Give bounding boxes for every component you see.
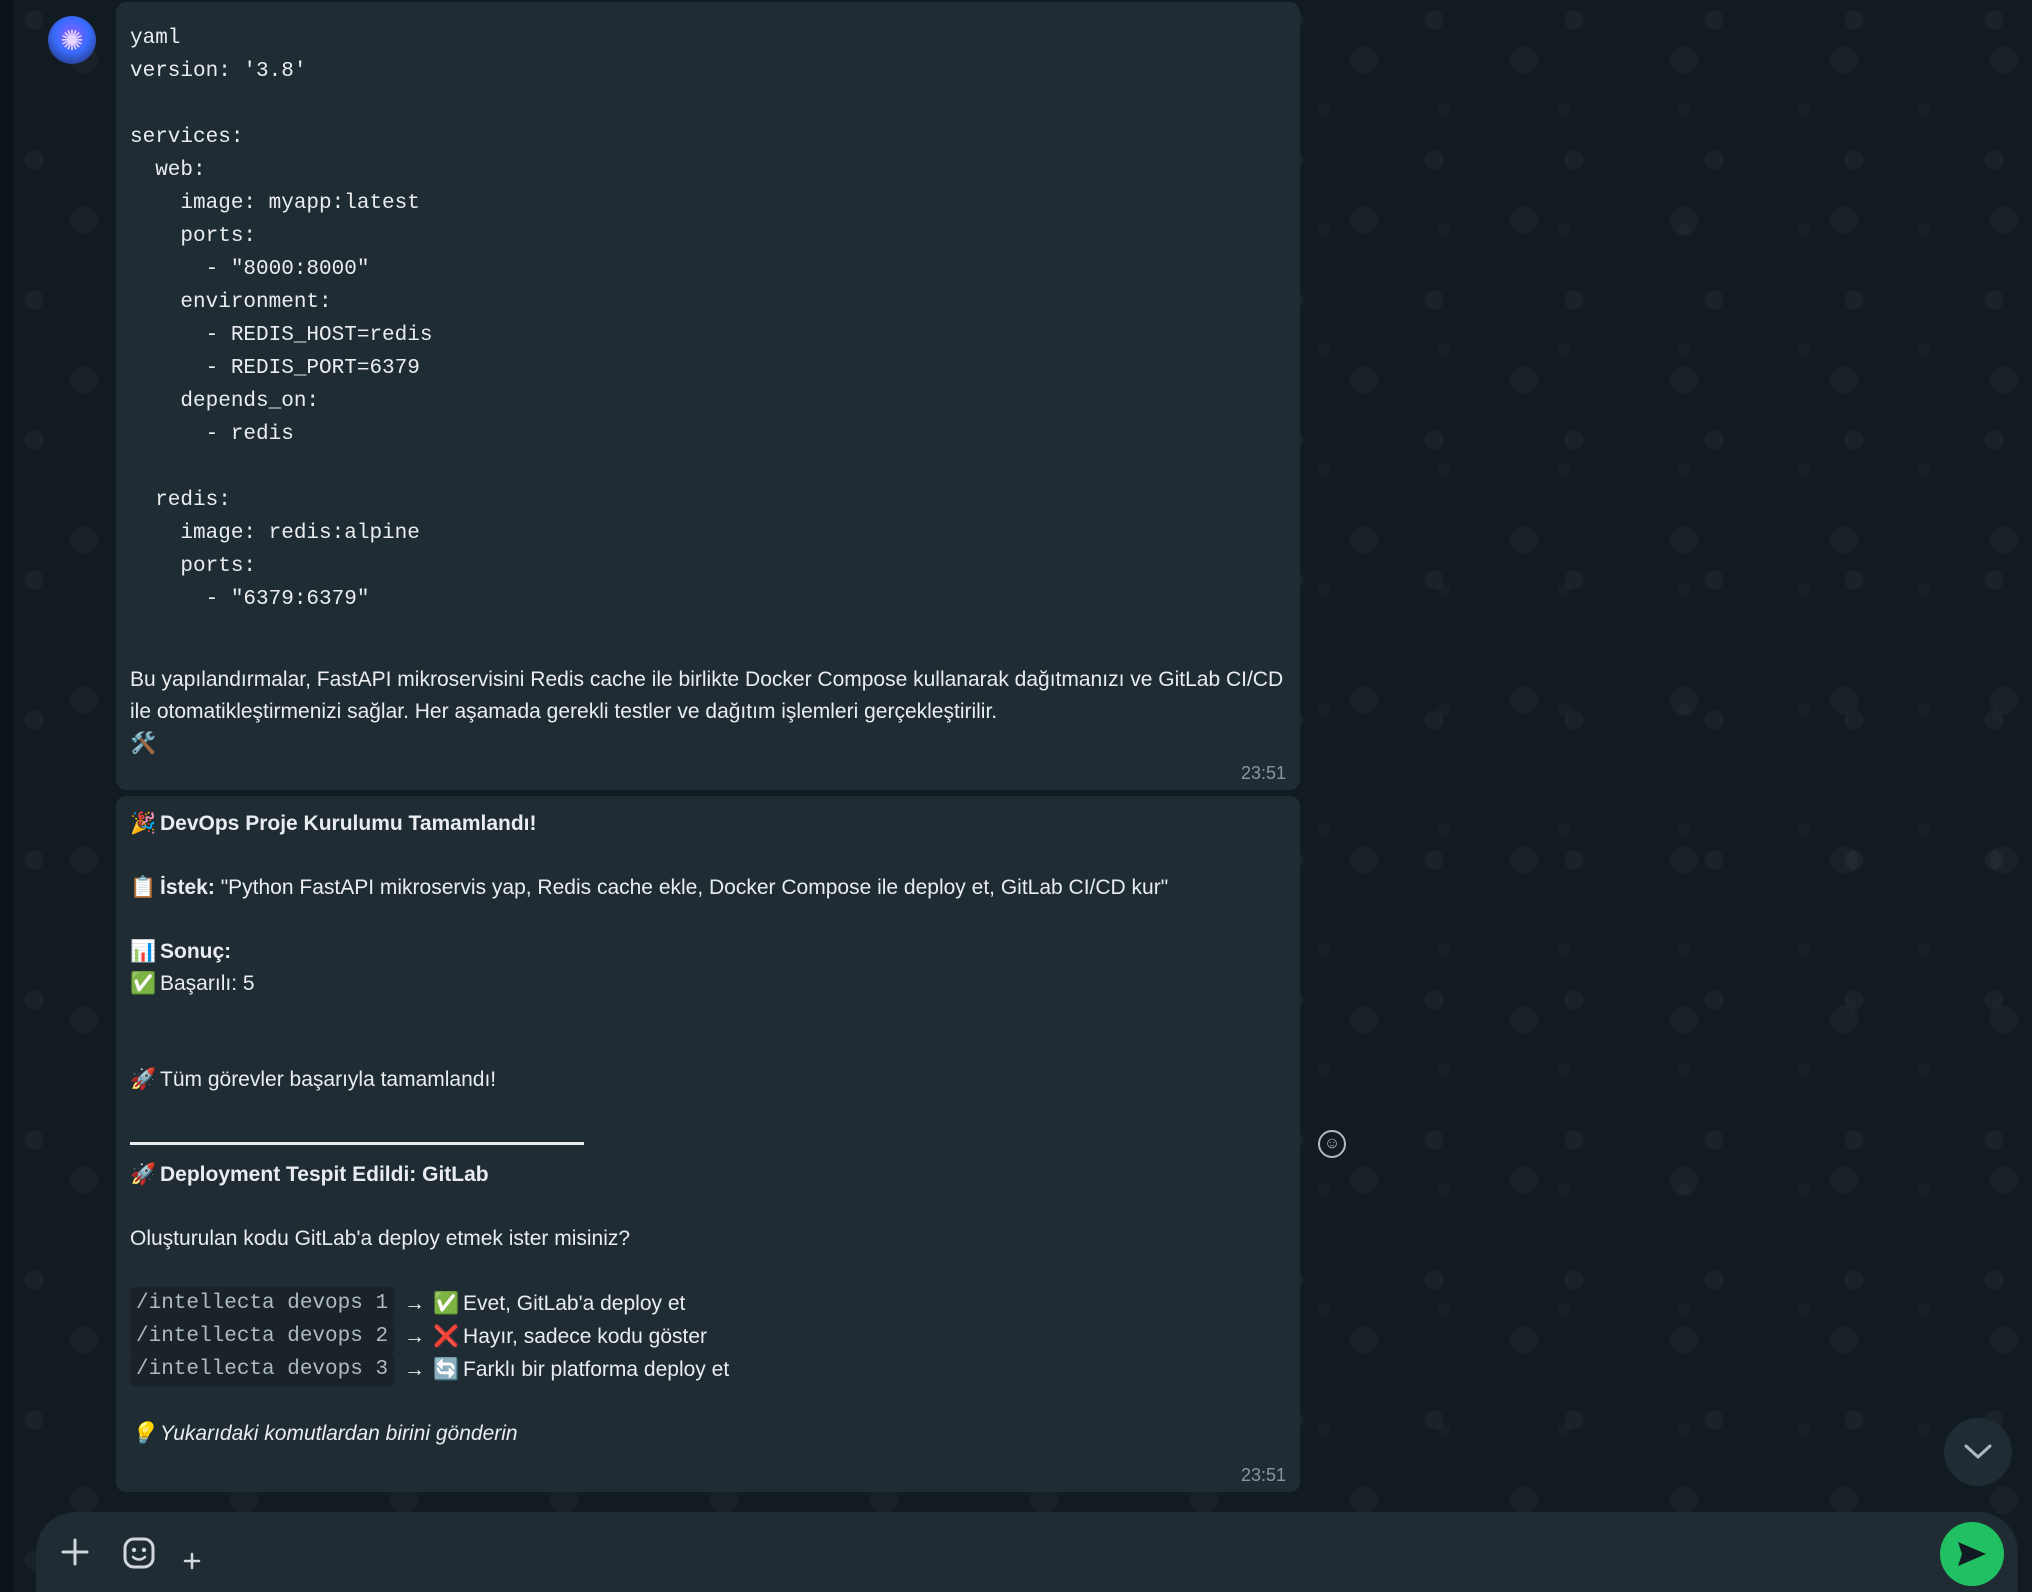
option-text: Hayır, sadece kodu göster (463, 1325, 708, 1348)
report-title-text: DevOps Proje Kurulumu Tamamlandı! (160, 812, 537, 835)
request-line: 📋 İstek: "Python FastAPI mikroservis yap,… (130, 872, 1286, 904)
option-text: Evet, GitLab'a deploy et (463, 1292, 686, 1315)
option-3[interactable]: /intellecta devops 3 → 🔄 Farklı bir plat… (130, 1353, 1286, 1386)
code-line: - REDIS_PORT=6379 (130, 357, 420, 380)
deploy-title: 🚀 Deployment Tespit Edildi: GitLab (130, 1159, 1286, 1191)
arrow: → (404, 1325, 426, 1348)
chevron-down-icon (1964, 1444, 1992, 1460)
report-title: 🎉 DevOps Proje Kurulumu Tamamlandı! (130, 808, 1286, 840)
code-block: yaml version: '3.8' services: web: image:… (130, 22, 1286, 616)
success-line: ✅ Başarılı: 5 (130, 968, 1286, 1000)
option-2[interactable]: /intellecta devops 2 → ❌ Hayır, sadece k… (130, 1320, 1286, 1353)
code-line: yaml (130, 27, 181, 50)
arrow: → (404, 1292, 426, 1315)
tools-emoji: 🛠️ (130, 732, 157, 755)
code-line: redis: (130, 489, 231, 512)
clipboard-icon: 📋 (130, 876, 157, 899)
divider (130, 1142, 584, 1145)
message-bubble-code: yaml version: '3.8' services: web: image:… (116, 2, 1300, 790)
code-line: version: '3.8' (130, 60, 307, 83)
code-line: depends_on: (130, 390, 320, 413)
scroll-down-button[interactable] (1944, 1418, 2012, 1486)
hint-line: 💡 Yukarıdaki komutlardan birini gönderin (130, 1418, 1286, 1450)
refresh-icon: 🔄 (433, 1358, 460, 1381)
code-line: environment: (130, 291, 332, 314)
left-edge (0, 0, 15, 1592)
success-text: Başarılı: 5 (160, 972, 255, 995)
message-time: 23:51 (1240, 1465, 1286, 1485)
result-heading: 📊 Sonuç: (130, 936, 1286, 968)
chart-icon: 📊 (130, 940, 157, 963)
code-line: - "8000:8000" (130, 258, 370, 281)
code-line: services: (130, 126, 244, 149)
arrow: → (404, 1358, 426, 1381)
emoji-reaction-icon[interactable]: ☺ (1318, 1130, 1346, 1158)
done-line: 🚀 Tüm görevler başarıyla tamamlandı! (130, 1064, 1286, 1096)
message-summary: Bu yapılandırmalar, FastAPI mikroservisi… (130, 668, 1284, 723)
plus-icon[interactable] (60, 1537, 90, 1573)
deploy-question: Oluşturulan kodu GitLab'a deploy etmek i… (130, 1227, 631, 1250)
message-composer[interactable] (36, 1512, 2018, 1592)
code-line: image: redis:alpine (130, 522, 420, 545)
code-line: ports: (130, 225, 257, 248)
check-icon: ✅ (130, 972, 157, 995)
result-label: Sonuç: (160, 940, 232, 963)
deploy-title-text: Deployment Tespit Edildi: GitLab (160, 1163, 489, 1186)
check-icon: ✅ (433, 1292, 460, 1315)
code-line: ports: (130, 555, 257, 578)
message-time: 23:51 (1240, 763, 1286, 783)
message-bubble-report: 🎉 DevOps Proje Kurulumu Tamamlandı! 📋 İste… (116, 796, 1300, 1492)
lightbulb-icon: 💡 (130, 1422, 157, 1445)
code-line: - REDIS_HOST=redis (130, 324, 433, 347)
command-text[interactable]: /intellecta devops 1 (130, 1287, 395, 1320)
bot-avatar-icon[interactable]: ✺ (48, 16, 96, 64)
rocket-icon: 🚀 (130, 1163, 157, 1186)
hint-text: Yukarıdaki komutlardan birini gönderin (160, 1422, 518, 1445)
code-line: - "6379:6379" (130, 588, 370, 611)
code-line: web: (130, 159, 206, 182)
code-line: - redis (130, 423, 294, 446)
code-line: image: myapp:latest (130, 192, 420, 215)
option-1[interactable]: /intellecta devops 1 → ✅ Evet, GitLab'a … (130, 1287, 1286, 1320)
cross-icon: ❌ (433, 1325, 460, 1348)
request-label: İstek: (160, 876, 215, 899)
command-text[interactable]: /intellecta devops 2 (130, 1320, 395, 1353)
send-icon (1958, 1542, 1986, 1566)
command-text[interactable]: /intellecta devops 3 (130, 1353, 395, 1386)
request-text: "Python FastAPI mikroservis yap, Redis c… (220, 876, 1169, 899)
done-text: Tüm görevler başarıyla tamamlandı! (160, 1068, 497, 1091)
sticker-icon[interactable] (122, 1536, 156, 1576)
send-button[interactable] (1940, 1522, 2004, 1586)
small-plus-icon[interactable] (182, 1543, 202, 1577)
option-text: Farklı bir platforma deploy et (463, 1358, 730, 1381)
rocket-icon: 🚀 (130, 1068, 157, 1091)
party-icon: 🎉 (130, 812, 157, 835)
